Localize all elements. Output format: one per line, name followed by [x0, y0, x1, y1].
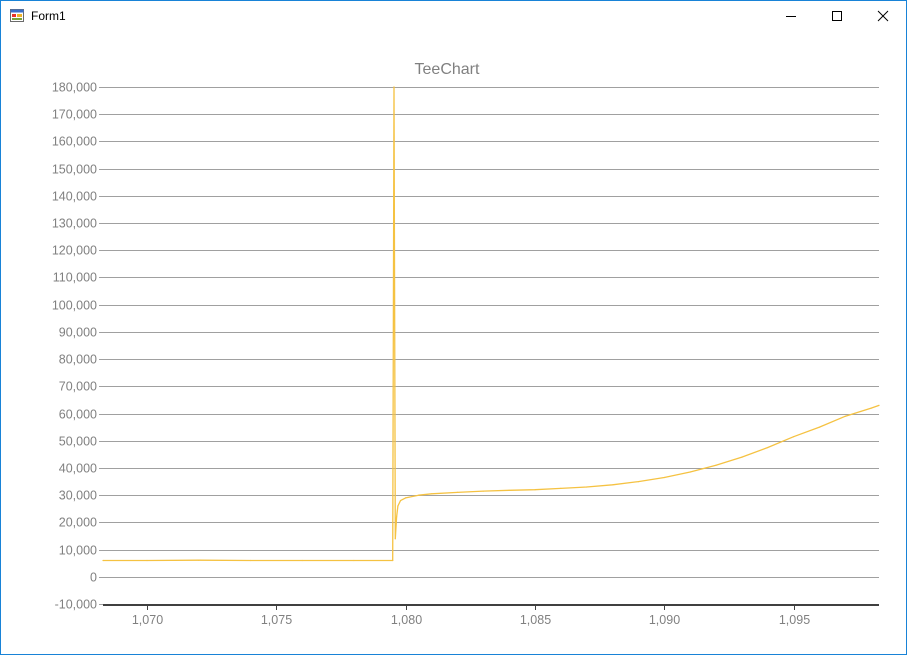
series-point [482, 490, 484, 492]
series-point [870, 407, 872, 409]
y-tick-label: 20,000 [59, 516, 97, 530]
close-button[interactable] [860, 1, 906, 31]
series-point [301, 559, 303, 562]
maximize-button[interactable] [814, 1, 860, 31]
y-tick-label: 180,000 [52, 81, 97, 95]
y-tick-label: 80,000 [59, 353, 97, 367]
series-point [397, 505, 399, 507]
series-point [399, 500, 402, 502]
series-point [793, 436, 795, 438]
series-point [393, 86, 395, 88]
window-title: Form1 [31, 9, 66, 23]
series-point [663, 476, 665, 479]
x-axis: 1,070 1,075 1,080 1,085 1,090 1,095 [103, 604, 879, 627]
series-point [878, 404, 880, 406]
form-client-area: TeeChart -10,000 0 10,000 20,000 30,000 40,00… [1, 31, 906, 654]
series-point [612, 484, 614, 486]
y-tick-label: 120,000 [52, 244, 97, 258]
y-tick-label: 70,000 [59, 380, 97, 394]
y-tick-label: 30,000 [59, 489, 97, 503]
series-point [456, 491, 458, 493]
series-point [430, 493, 433, 495]
y-tick-label: 170,000 [52, 108, 97, 122]
y-tick-label: 150,000 [52, 163, 97, 177]
y-tick-label: 110,000 [53, 271, 97, 285]
series-point [586, 486, 588, 488]
x-tick-label: 1,095 [779, 613, 810, 627]
series-point [102, 559, 104, 562]
x-tick-label: 1,085 [520, 613, 551, 627]
x-tick-label: 1,075 [261, 613, 292, 627]
grid-lines [103, 87, 879, 578]
app-window: Form1 TeeChart -10,000 0 10,000 20,000 30,00… [0, 0, 907, 655]
series-point [508, 489, 510, 491]
series-group [102, 86, 880, 562]
winforms-app-icon [10, 9, 24, 22]
y-tick-label: 40,000 [59, 462, 97, 476]
y-axis: -10,000 0 10,000 20,000 30,000 40,000 50,000 60… [52, 81, 103, 612]
series-point [689, 471, 691, 473]
series-point [715, 464, 717, 466]
y-tick-label: 130,000 [52, 217, 97, 231]
series-point [392, 559, 394, 562]
y-tick-label: 160,000 [52, 135, 97, 149]
x-tick-label: 1,070 [132, 613, 163, 627]
series-point [405, 497, 407, 499]
series-point [198, 559, 200, 561]
close-icon [877, 10, 889, 22]
series-point [396, 516, 398, 518]
series-point [249, 559, 251, 562]
y-tick-label: 100,000 [52, 299, 97, 313]
chart-title: TeeChart [415, 61, 480, 78]
series-point [818, 426, 821, 428]
series-point [741, 456, 743, 458]
maximize-icon [832, 11, 842, 21]
minimize-icon [786, 16, 796, 17]
y-tick-label: 90,000 [59, 326, 97, 340]
series-point [534, 489, 536, 491]
x-tick-label: 1,090 [649, 613, 680, 627]
series-point [844, 415, 847, 417]
y-tick-label: 50,000 [59, 435, 97, 449]
y-tick-label: 0 [90, 571, 97, 585]
series-point [353, 559, 355, 562]
y-tick-label: 60,000 [59, 408, 97, 422]
y-tick-label: 140,000 [52, 190, 97, 204]
teechart-chart[interactable]: TeeChart -10,000 0 10,000 20,000 30,000 40,00… [1, 31, 906, 654]
x-tick-label: 1,080 [391, 613, 422, 627]
minimize-button[interactable] [768, 1, 814, 31]
series-line [103, 86, 880, 562]
series-point [560, 487, 562, 489]
y-tick-label: 10,000 [59, 544, 97, 558]
series-point [146, 559, 148, 562]
series-point [637, 481, 640, 483]
y-tick-label: -10,000 [55, 598, 97, 612]
series-point [418, 494, 420, 496]
series-point [394, 538, 396, 540]
series-point [767, 446, 769, 449]
title-bar[interactable]: Form1 [1, 1, 906, 31]
